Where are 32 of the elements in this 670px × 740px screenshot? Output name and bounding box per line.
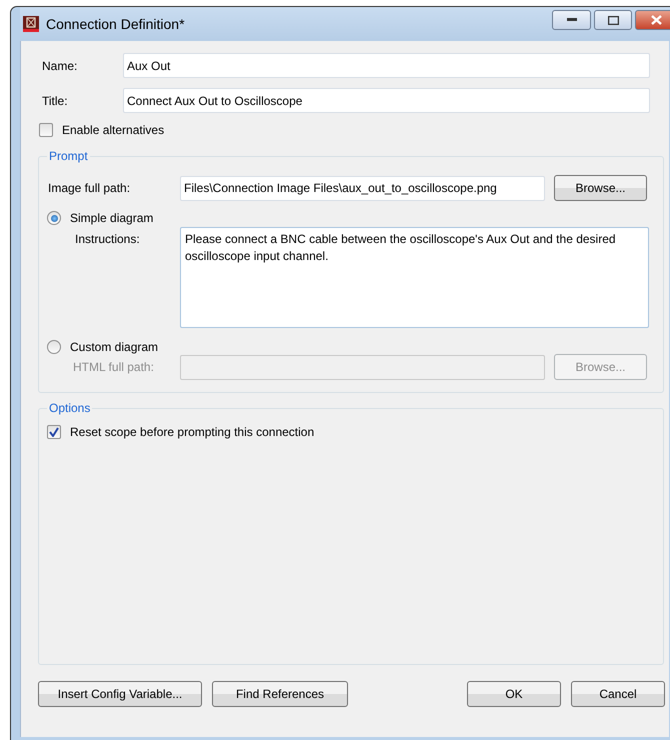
radio-label: Simple diagram bbox=[70, 211, 154, 225]
minimize-button[interactable] bbox=[552, 10, 591, 30]
group-title: Options bbox=[48, 401, 92, 415]
dialog-button[interactable]: Find References bbox=[212, 681, 348, 707]
close-icon bbox=[650, 15, 662, 25]
instructions-field[interactable]: Please connect a BNC cable between the oscilloscope's Aux Out and the desired oscilloscope input channel. bbox=[180, 227, 649, 328]
close-button[interactable] bbox=[635, 10, 670, 30]
text-field[interactable]: Connect Aux Out to Oscilloscope bbox=[123, 88, 650, 113]
radio-button[interactable] bbox=[47, 211, 61, 225]
group-title: Prompt bbox=[48, 149, 89, 163]
checkbox[interactable] bbox=[39, 123, 53, 137]
checkbox-label: Enable alternatives bbox=[62, 123, 164, 137]
app-icon bbox=[22, 15, 40, 33]
minimize-icon bbox=[566, 18, 576, 22]
field-label: Title: bbox=[41, 94, 69, 108]
browse-button[interactable]: Browse... bbox=[554, 175, 647, 201]
radio-label: Custom diagram bbox=[70, 340, 158, 354]
text-field[interactable]: Aux Out bbox=[123, 53, 650, 78]
field-label: Image full path: bbox=[47, 181, 132, 195]
checkbox-label: Reset scope before prompting this connection bbox=[70, 425, 314, 439]
ok-button[interactable]: OK bbox=[467, 681, 561, 707]
field-label: Instructions: bbox=[74, 232, 141, 246]
maximize-icon bbox=[608, 16, 618, 24]
maximize-button[interactable] bbox=[594, 10, 632, 30]
field-label: Name: bbox=[41, 58, 78, 72]
radio-button[interactable] bbox=[47, 340, 61, 354]
dialog-button[interactable]: Insert Config Variable... bbox=[38, 681, 202, 707]
checkbox[interactable] bbox=[47, 425, 61, 439]
window-title: Connection Definition* bbox=[46, 16, 185, 32]
field-label: HTML full path: bbox=[72, 360, 155, 374]
text-field[interactable]: Files\Connection Image Files\aux_out_to_oscilloscope.png bbox=[180, 176, 545, 200]
cancel-button[interactable]: Cancel bbox=[571, 681, 665, 707]
